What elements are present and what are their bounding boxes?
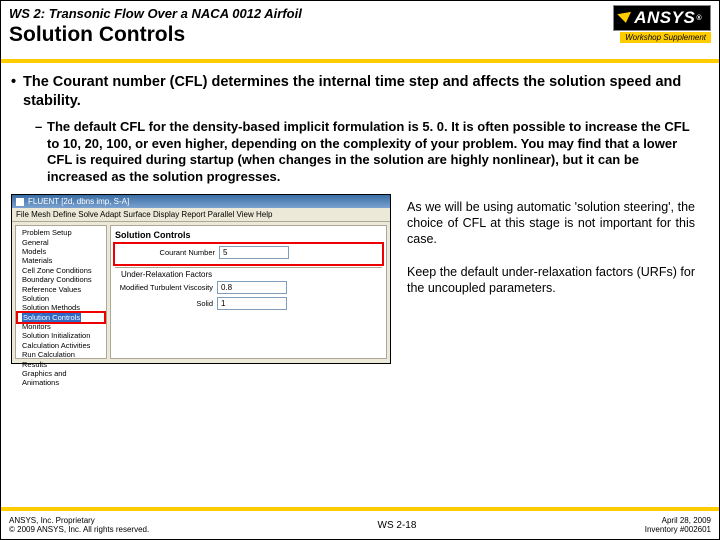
- workshop-supplement-badge: Workshop Supplement: [620, 32, 711, 43]
- outline-tree[interactable]: Problem Setup General Models Materials C…: [15, 225, 107, 359]
- courant-number-group: Courant Number 5: [115, 244, 382, 264]
- note-2: Keep the default under-relaxation factor…: [407, 265, 695, 296]
- window-titlebar: FLUENT [2d, dbns imp, S-A]: [12, 195, 390, 208]
- panel-title: Solution Controls: [115, 230, 382, 240]
- label-courant: Courant Number: [117, 248, 215, 257]
- tree-item-solution-controls[interactable]: Solution Controls: [18, 313, 104, 322]
- window-menubar[interactable]: File Mesh Define Solve Adapt Surface Dis…: [12, 208, 390, 222]
- screenshot-solution-controls: FLUENT [2d, dbns imp, S-A] File Mesh Def…: [11, 194, 391, 364]
- bullet-sub: The default CFL for the density-based im…: [11, 111, 709, 187]
- note-1: As we will be using automatic 'solution …: [407, 200, 695, 247]
- page-title: Solution Controls: [9, 23, 185, 47]
- supertitle: WS 2: Transonic Flow Over a NACA 0012 Ai…: [1, 1, 719, 21]
- footer-left: ANSYS, Inc. Proprietary © 2009 ANSYS, In…: [9, 516, 149, 534]
- app-icon: [16, 198, 24, 206]
- footer-page: WS 2-18: [378, 520, 417, 531]
- brand-logo: ANSYS® Workshop Supplement: [613, 5, 711, 43]
- turb-viscosity-field[interactable]: 0.8: [217, 281, 287, 294]
- solid-field[interactable]: 1: [217, 297, 287, 310]
- label-solid: Solid: [115, 299, 213, 308]
- bullet-main: The Courant number (CFL) determines the …: [11, 73, 709, 111]
- group-urf: Under-Relaxation Factors: [115, 270, 382, 279]
- label-turb-visc: Modified Turbulent Viscosity: [115, 283, 213, 292]
- footer-right: April 28, 2009 Inventory #002601: [645, 516, 711, 534]
- solution-controls-panel: Solution Controls Courant Number 5 Under…: [110, 225, 387, 359]
- aside-notes: As we will be using automatic 'solution …: [401, 194, 701, 314]
- courant-number-field[interactable]: 5: [219, 246, 289, 259]
